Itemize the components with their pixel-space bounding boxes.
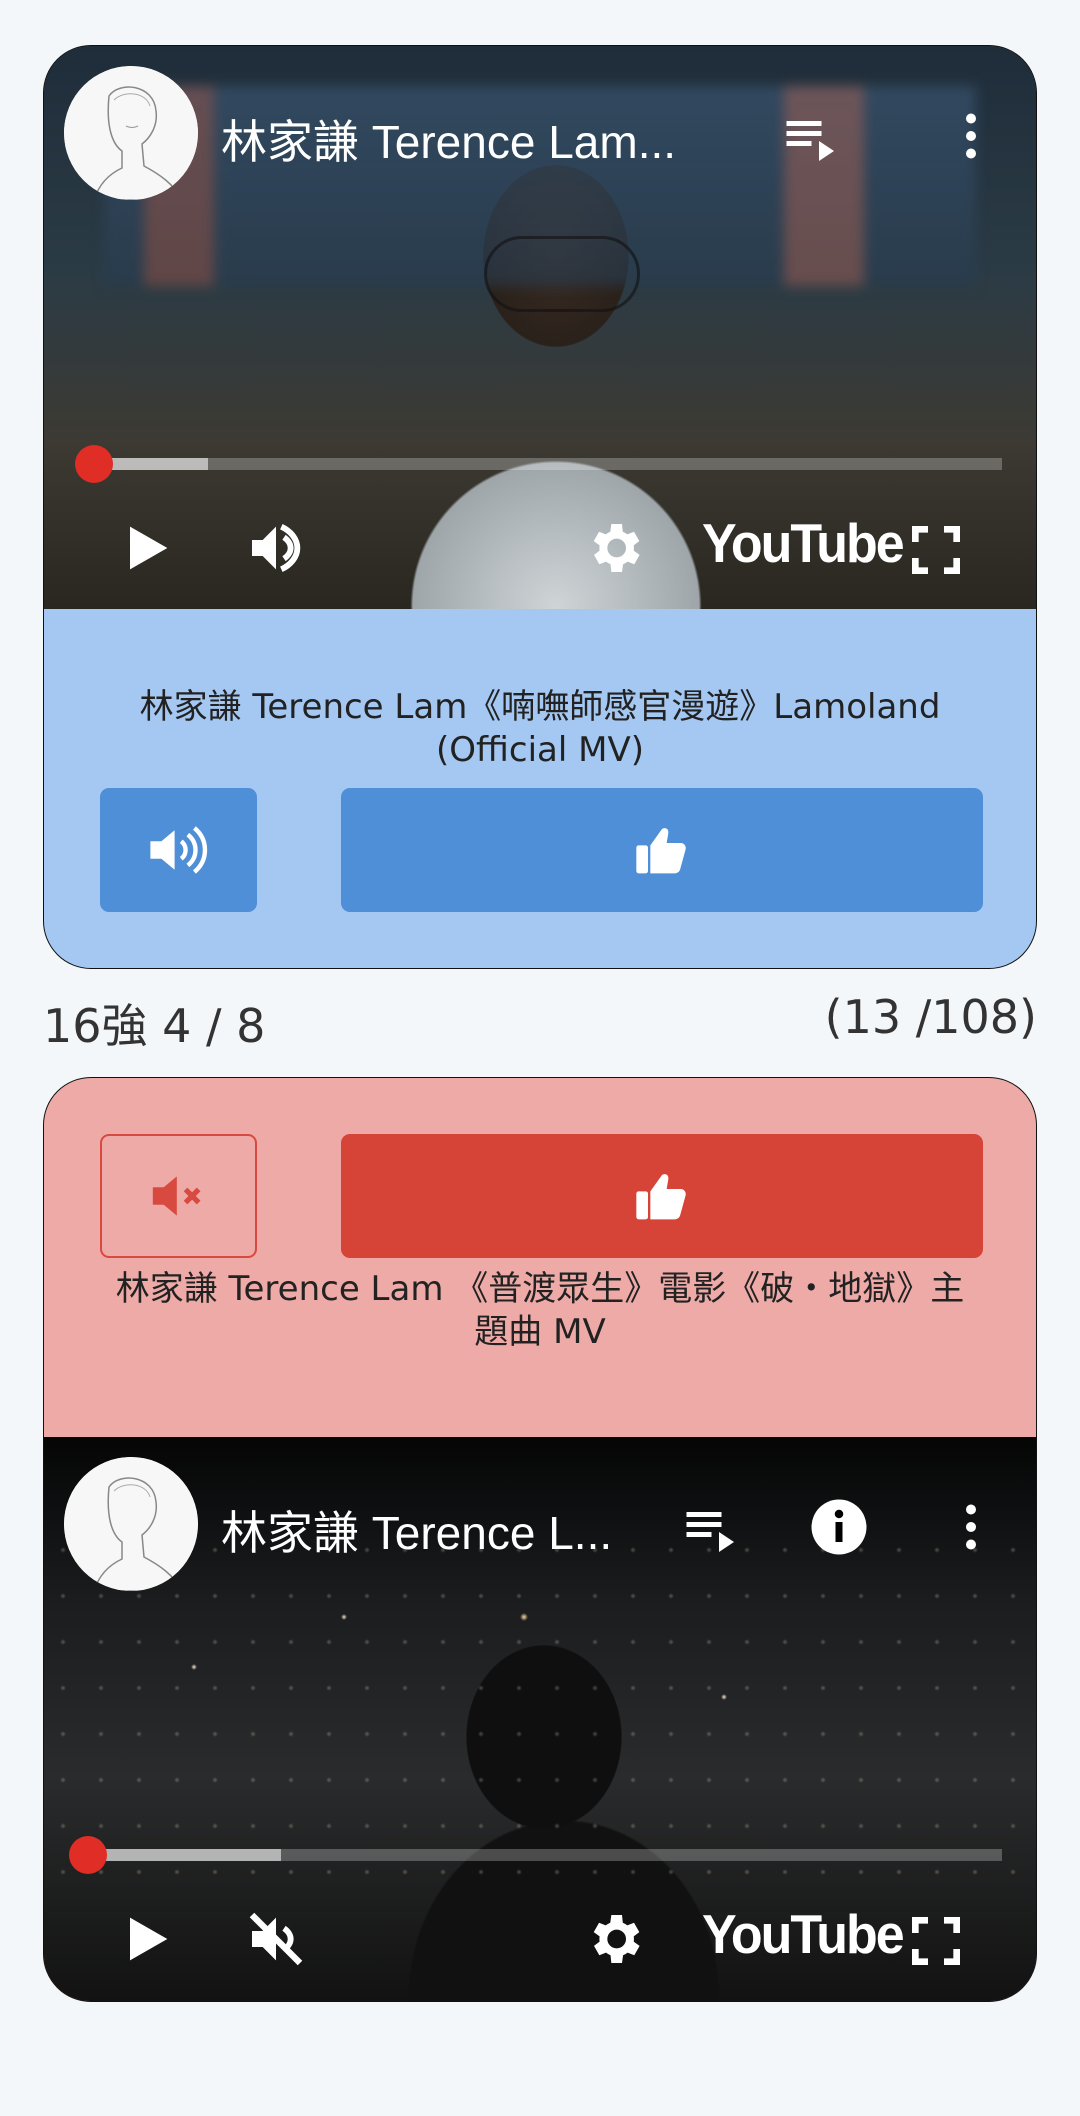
bottom-video-buffer (89, 1849, 281, 1861)
gear-icon[interactable] (582, 516, 646, 580)
top-video-scrubber[interactable] (75, 445, 113, 483)
top-video-channel-title[interactable]: 林家謙 Terence Lam... (221, 106, 716, 172)
play-icon[interactable] (114, 1907, 178, 1971)
avatar-sketch-icon (64, 1457, 198, 1591)
bottom-video-progress-bar[interactable] (69, 1836, 1002, 1874)
info-icon[interactable] (809, 1497, 869, 1557)
bottom-video-header: 林家謙 Terence L... (64, 1457, 996, 1591)
volume-mute-icon[interactable] (244, 1907, 308, 1971)
channel-avatar[interactable] (64, 1457, 198, 1591)
top-video-header: 林家謙 Terence Lam... (64, 66, 996, 200)
gear-icon[interactable] (582, 1907, 646, 1971)
volume-icon[interactable] (244, 516, 308, 580)
top-song-card: 林家謙 Terence Lam... YouTube 林家謙 Terence L… (43, 45, 1037, 969)
bottom-like-button[interactable] (341, 1134, 983, 1258)
thumbs-up-icon (636, 828, 686, 874)
bottom-song-title: 林家謙 Terence Lam 《普渡眾生》電影《破・地獄》主題曲 MV (115, 1269, 965, 1352)
volume-mute-icon (152, 1176, 200, 1216)
avatar-sketch-icon (64, 66, 198, 200)
playlist-icon[interactable] (679, 1497, 739, 1557)
youtube-logo[interactable]: YouTube (702, 1904, 905, 1967)
top-unmute-button[interactable] (100, 788, 257, 912)
bottom-video-channel-title[interactable]: 林家謙 Terence L... (221, 1497, 641, 1563)
fullscreen-icon[interactable] (904, 1909, 968, 1973)
volume-icon (149, 826, 207, 874)
top-video-progress-bar[interactable] (75, 445, 1002, 483)
fullscreen-icon[interactable] (904, 518, 968, 582)
play-icon[interactable] (114, 516, 178, 580)
channel-avatar[interactable] (64, 66, 198, 200)
bottom-video-player[interactable]: 林家謙 Terence L... YouTube (44, 1437, 1036, 2001)
youtube-logo[interactable]: YouTube (702, 513, 905, 576)
more-vert-icon[interactable] (941, 106, 1001, 166)
playlist-icon[interactable] (779, 106, 839, 166)
thumbs-up-icon (636, 1174, 686, 1220)
bottom-mute-button[interactable] (100, 1134, 257, 1258)
top-video-player[interactable]: 林家謙 Terence Lam... YouTube (44, 46, 1036, 609)
more-vert-icon[interactable] (941, 1497, 1001, 1557)
round-indicator: 16強 4 / 8 (43, 999, 266, 1053)
top-song-title: 林家謙 Terence Lam《喃嘸師感官漫遊》Lamoland (Offici… (139, 687, 941, 770)
bottom-video-scrubber[interactable] (69, 1836, 107, 1874)
bottom-song-card: 林家謙 Terence Lam 《普渡眾生》電影《破・地獄》主題曲 MV 林家謙… (43, 1077, 1037, 2002)
top-like-button[interactable] (341, 788, 983, 912)
progress-counter: (13 /108) (824, 990, 1037, 1044)
